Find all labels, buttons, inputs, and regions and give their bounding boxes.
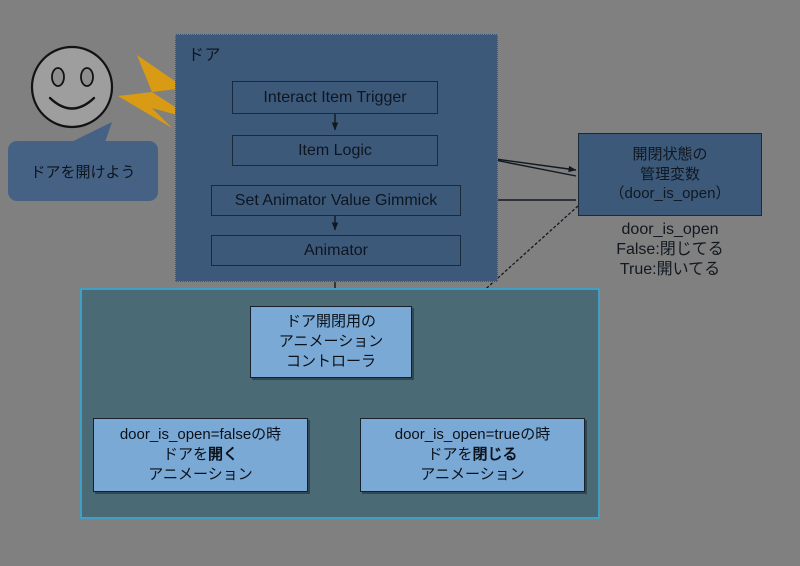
open-state-bold: 開く: [208, 445, 239, 463]
close-state-line-2: ドアを閉じる: [427, 445, 517, 465]
state-line-3: （door_is_open）: [609, 185, 731, 203]
node-set-animator-value-gimmick[interactable]: Set Animator Value Gimmick: [211, 185, 461, 216]
controller-line-3: コントローラ: [285, 353, 376, 371]
close-state-prefix: ドアを: [427, 445, 473, 463]
node-close-animation-state[interactable]: door_is_open=trueの時 ドアを閉じる アニメーション: [360, 418, 585, 492]
legend-line-1: door_is_open: [621, 221, 719, 238]
open-state-line-1: door_is_open=falseの時: [119, 425, 282, 443]
node-door-animation-controller[interactable]: ドア開閉用の アニメーション コントローラ: [250, 306, 412, 378]
state-line-1: 開閉状態の: [632, 146, 708, 164]
controller-line-2: アニメーション: [278, 332, 384, 350]
diagram-canvas: ドア Interact Item Trigger Item Logic Set …: [0, 0, 800, 566]
controller-line-1: ドア開閉用の: [285, 312, 376, 330]
open-state-line-2: ドアを開く: [163, 445, 238, 465]
door-group-label: ドア: [188, 47, 222, 64]
open-state-prefix: ドアを: [162, 445, 208, 463]
smiley-face-icon: [30, 45, 114, 129]
state-line-2: 管理変数: [639, 165, 700, 183]
node-item-logic[interactable]: Item Logic: [232, 135, 438, 166]
node-interact-item-trigger[interactable]: Interact Item Trigger: [232, 81, 438, 114]
node-animator[interactable]: Animator: [211, 235, 461, 266]
node-open-animation-state[interactable]: door_is_open=falseの時 ドアを開く アニメーション: [93, 418, 308, 492]
open-state-line-3: アニメーション: [148, 466, 253, 484]
state-variable-box[interactable]: 開閉状態の 管理変数 （door_is_open）: [578, 133, 762, 216]
node-label: Item Logic: [298, 141, 372, 159]
speech-bubble: ドアを開けよう: [8, 141, 158, 201]
close-state-line-3: アニメーション: [420, 466, 525, 484]
speech-bubble-text: ドアを開けよう: [30, 163, 136, 181]
node-label: Animator: [303, 241, 369, 259]
close-state-line-1: door_is_open=trueの時: [394, 425, 551, 443]
node-label: Interact Item Trigger: [263, 88, 407, 106]
close-state-bold: 閉じる: [472, 445, 518, 463]
legend-line-3: True:開いてる: [619, 261, 721, 278]
node-label: Set Animator Value Gimmick: [234, 191, 438, 209]
state-variable-legend: door_is_open False:閉じてる True:開いてる: [578, 220, 762, 280]
legend-line-2: False:閉じてる: [616, 241, 724, 258]
